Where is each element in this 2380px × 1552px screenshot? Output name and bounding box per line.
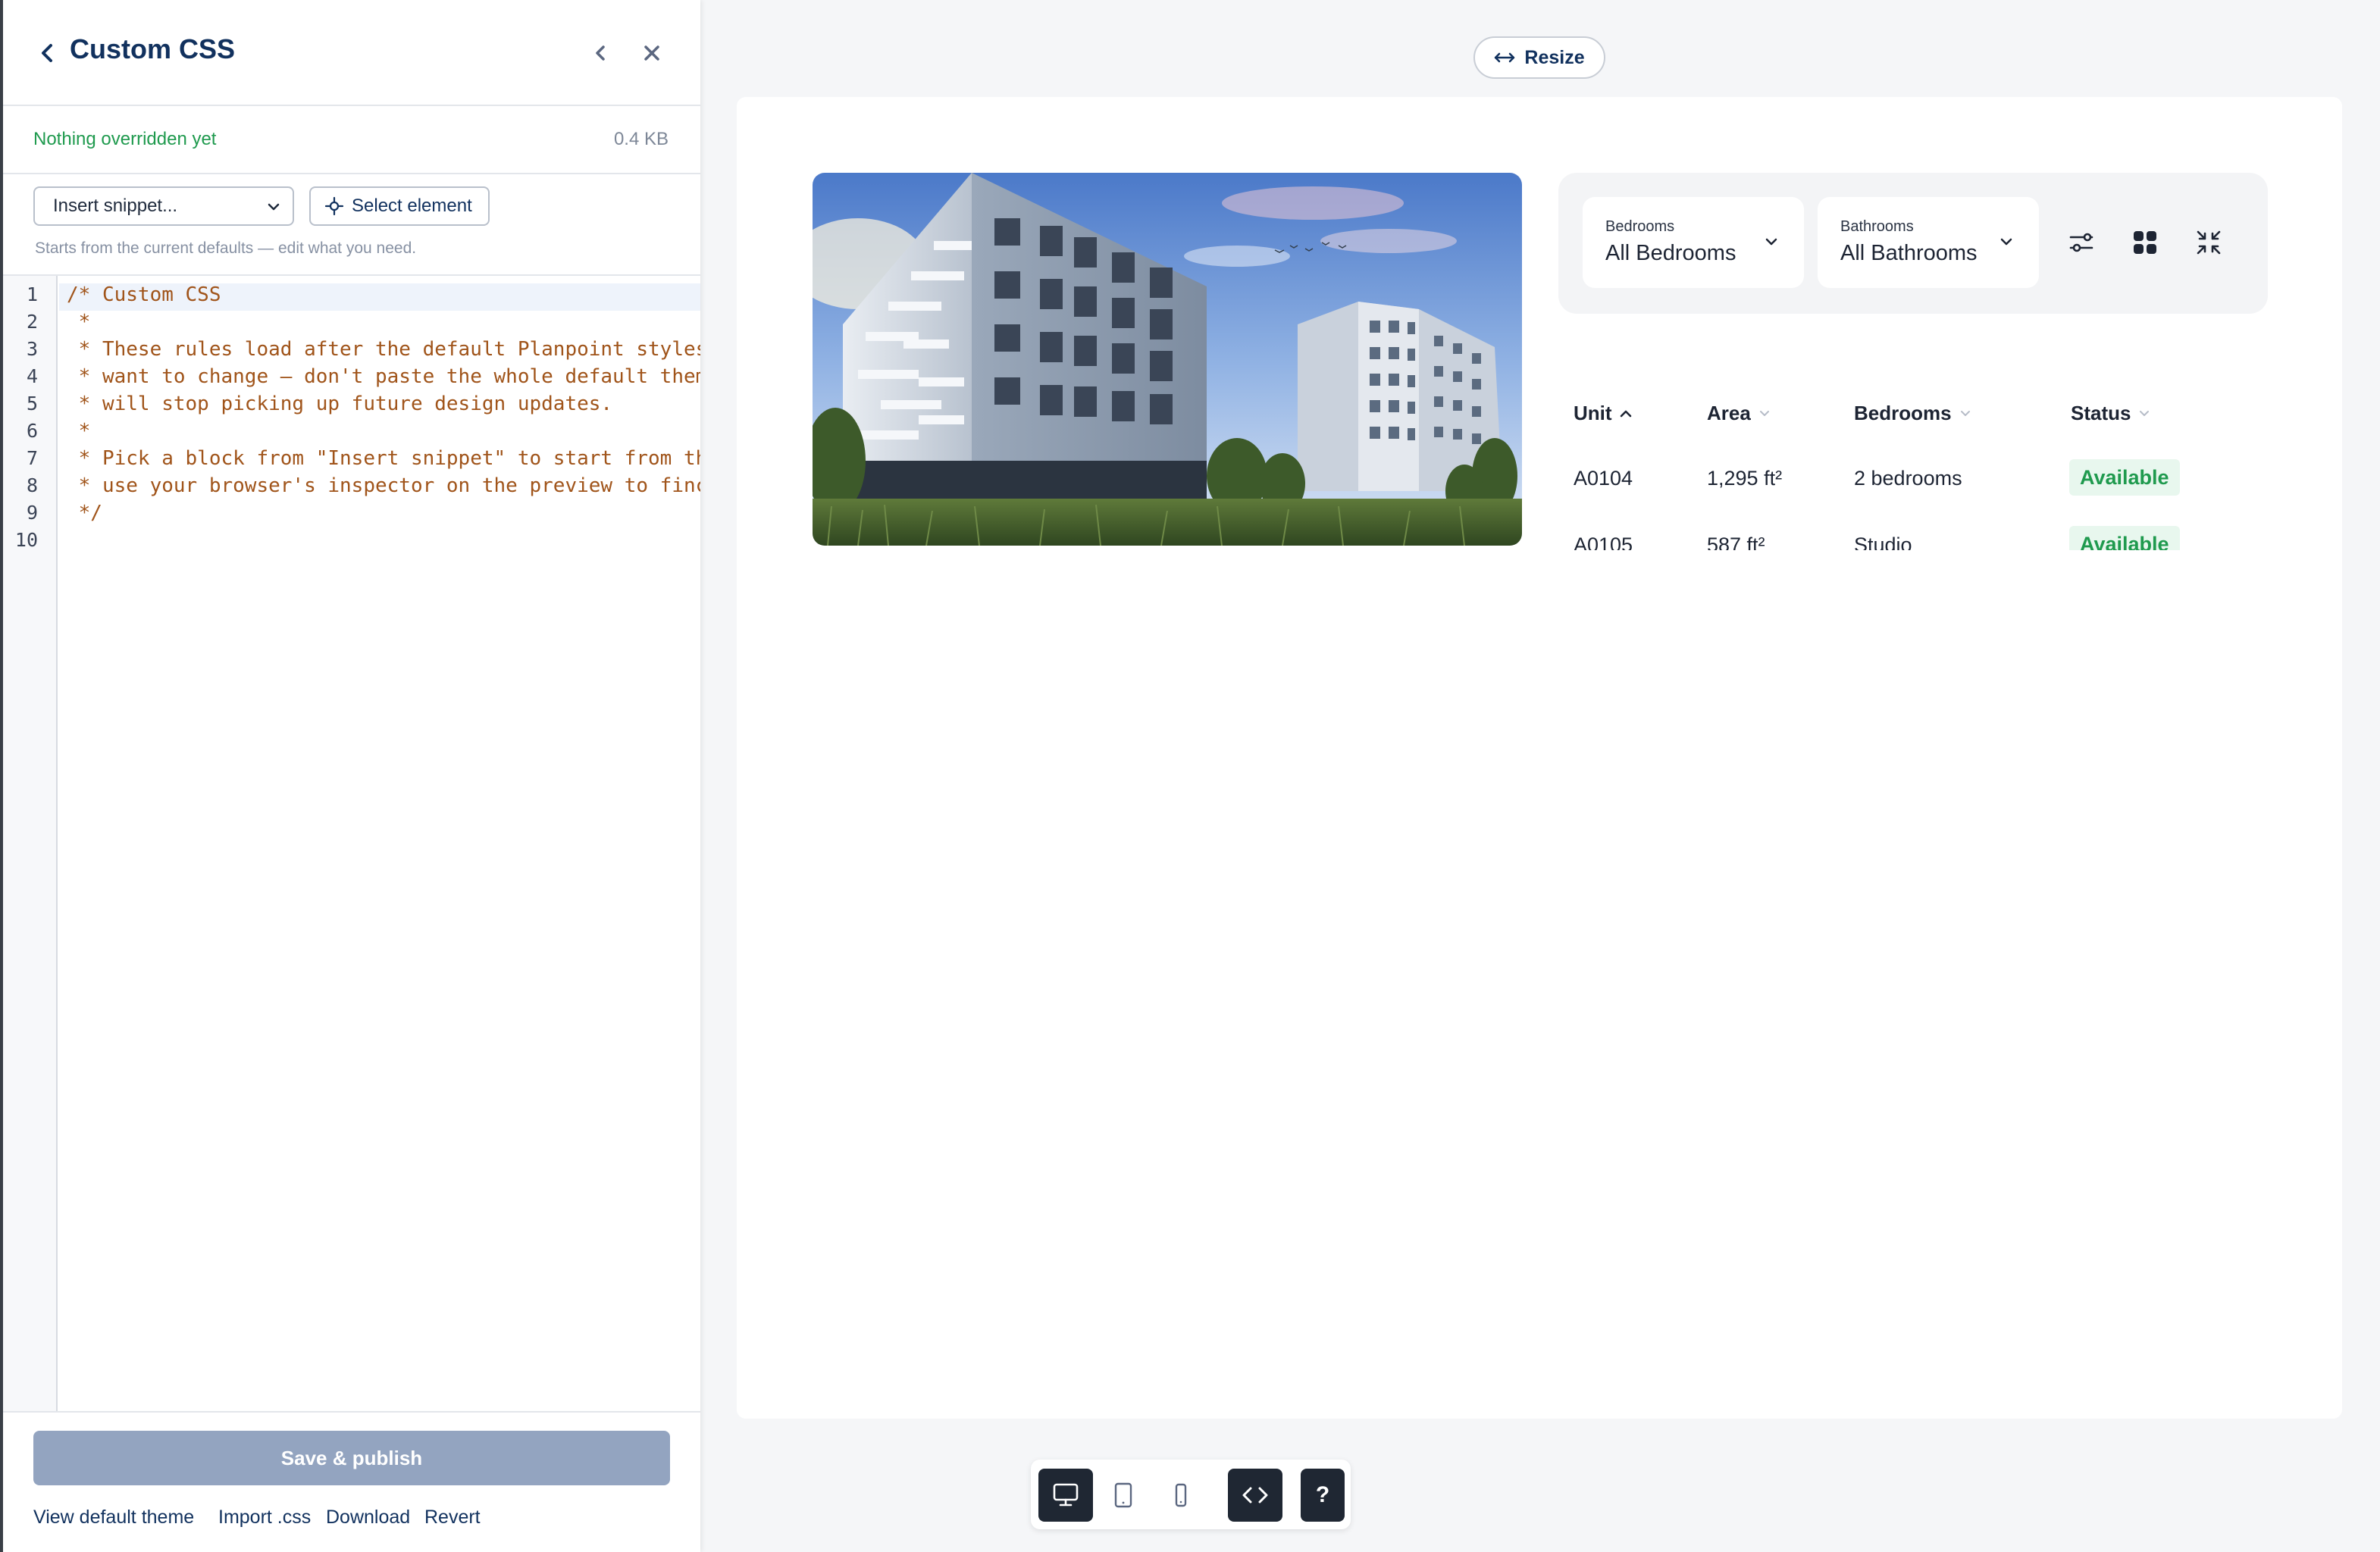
status-badge: Available xyxy=(2069,526,2180,550)
tablet-view-button[interactable] xyxy=(1096,1469,1151,1522)
column-header-label: Unit xyxy=(1574,402,1612,424)
grid-view-button[interactable] xyxy=(2127,224,2163,261)
line-number: 7 xyxy=(26,447,38,469)
sort-ascending-icon xyxy=(1620,410,1631,417)
revert-link[interactable]: Revert xyxy=(424,1507,481,1529)
line-number: 2 xyxy=(26,311,38,333)
tablet-icon xyxy=(1114,1482,1132,1508)
column-header-label: Status xyxy=(2071,402,2131,424)
column-header-unit[interactable]: Unit xyxy=(1574,402,1633,425)
chevron-down-icon xyxy=(2140,410,2150,416)
panel-title: Custom CSS xyxy=(70,33,236,64)
bedrooms-filter-value: All Bedrooms xyxy=(1605,241,1736,265)
line-number-gutter: 1 2 3 4 5 6 7 8 9 10 xyxy=(3,276,58,1411)
resize-horizontal-icon xyxy=(1495,52,1515,63)
custom-css-panel: Custom CSS Nothing overridden yet 0.4 KB… xyxy=(0,0,700,1552)
code-line: * Pick a block from "Insert snippet" to … xyxy=(67,447,700,470)
css-size: 0.4 KB xyxy=(613,129,669,149)
bathrooms-filter-value: All Bathrooms xyxy=(1840,241,1978,265)
download-link[interactable]: Download xyxy=(326,1507,410,1529)
panel-header: Custom CSS xyxy=(3,0,700,106)
line-number: 4 xyxy=(26,365,38,387)
mobile-view-button[interactable] xyxy=(1154,1469,1208,1522)
bedrooms-cell: Studio xyxy=(1854,534,1912,550)
code-line: * use your browser's inspector on the pr… xyxy=(67,474,700,497)
desktop-view-button[interactable] xyxy=(1038,1469,1093,1522)
resize-label: Resize xyxy=(1524,46,1585,68)
code-line: */ xyxy=(67,502,102,524)
crosshair-icon xyxy=(324,196,344,216)
line-number: 1 xyxy=(26,283,38,305)
chevron-down-icon xyxy=(1960,410,1970,416)
status-row: Nothing overridden yet 0.4 KB xyxy=(3,106,700,174)
column-header-label: Area xyxy=(1707,402,1751,424)
line-number: 8 xyxy=(26,474,38,496)
select-element-button[interactable]: Select element xyxy=(309,186,490,226)
panel-footer: Save & publish View default theme Import… xyxy=(3,1411,700,1552)
grid-icon xyxy=(2134,231,2156,254)
bedrooms-filter-label: Bedrooms xyxy=(1605,218,1675,235)
sliders-icon xyxy=(2069,233,2093,252)
area-cell: 587 ft² xyxy=(1707,534,1765,550)
collapse-panel-button[interactable] xyxy=(585,38,615,68)
filter-bar: Bedrooms All Bedrooms Bathrooms All Bath… xyxy=(1558,173,2268,314)
bedrooms-filter[interactable]: Bedrooms All Bedrooms xyxy=(1583,197,1804,288)
insert-snippet-select[interactable]: Insert snippet... xyxy=(33,186,294,226)
advanced-filters-button[interactable] xyxy=(2063,224,2100,261)
table-row[interactable]: A0105 587 ft² Studio Available xyxy=(1558,512,2268,550)
chevron-down-icon xyxy=(268,203,280,211)
table-row[interactable]: A0104 1,295 ft² 2 bedrooms Available xyxy=(1558,446,2268,512)
bedrooms-cell: 2 bedrooms xyxy=(1854,467,1962,490)
bathrooms-filter-label: Bathrooms xyxy=(1840,218,1914,235)
collapse-arrows-icon xyxy=(2197,230,2221,255)
mobile-icon xyxy=(1175,1483,1187,1507)
resize-button[interactable]: Resize xyxy=(1473,36,1605,79)
override-status: Nothing overridden yet xyxy=(33,129,217,149)
save-publish-button[interactable]: Save & publish xyxy=(33,1431,670,1485)
units-table: Unit Area Bedrooms Status A0104 1,295 ft… xyxy=(1558,379,2268,550)
line-number: 6 xyxy=(26,420,38,442)
insert-snippet-label: Insert snippet... xyxy=(53,196,178,216)
code-view-button[interactable] xyxy=(1228,1469,1282,1522)
help-button[interactable]: ? xyxy=(1301,1469,1345,1522)
code-line: /* Custom CSS xyxy=(67,283,221,306)
column-header-status[interactable]: Status xyxy=(2071,402,2152,425)
column-header-bedrooms[interactable]: Bedrooms xyxy=(1854,402,1973,425)
code-icon xyxy=(1242,1487,1268,1504)
code-line: * xyxy=(67,311,91,333)
editor-hint: Starts from the current defaults — edit … xyxy=(35,239,417,257)
select-element-label: Select element xyxy=(352,196,472,216)
chevron-left-icon xyxy=(42,44,52,62)
view-default-theme-link[interactable]: View default theme xyxy=(33,1507,194,1529)
status-badge: Available xyxy=(2069,459,2180,496)
line-number: 3 xyxy=(26,338,38,360)
device-toolbar: ? xyxy=(1031,1460,1351,1529)
close-panel-button[interactable] xyxy=(637,38,667,68)
column-header-label: Bedrooms xyxy=(1854,402,1952,424)
chevron-down-icon xyxy=(1759,410,1769,416)
close-icon xyxy=(644,45,659,61)
code-line: * will stop picking up future design upd… xyxy=(67,393,613,415)
line-number: 9 xyxy=(26,502,38,524)
building-photo xyxy=(813,173,1522,546)
code-line: * want to change — don't paste the whole… xyxy=(67,365,700,388)
chevron-down-icon xyxy=(2000,238,2012,246)
code-line: * xyxy=(67,420,91,443)
import-css-link[interactable]: Import .css xyxy=(218,1507,311,1529)
back-button[interactable] xyxy=(32,38,62,68)
bathrooms-filter[interactable]: Bathrooms All Bathrooms xyxy=(1818,197,2039,288)
fullscreen-button[interactable] xyxy=(2191,224,2227,261)
chevron-left-icon xyxy=(596,45,605,61)
chevron-down-icon xyxy=(1765,238,1777,246)
unit-cell: A0105 xyxy=(1574,534,1633,550)
column-header-area[interactable]: Area xyxy=(1707,402,1772,425)
line-number: 10 xyxy=(14,529,38,551)
css-code-editor[interactable]: 1 2 3 4 5 6 7 8 9 10 /* Custom CSS * * T… xyxy=(3,274,700,1411)
line-number: 5 xyxy=(26,393,38,415)
desktop-icon xyxy=(1053,1483,1079,1507)
area-cell: 1,295 ft² xyxy=(1707,467,1783,490)
unit-cell: A0104 xyxy=(1574,467,1633,490)
code-line: * These rules load after the default Pla… xyxy=(67,338,700,361)
